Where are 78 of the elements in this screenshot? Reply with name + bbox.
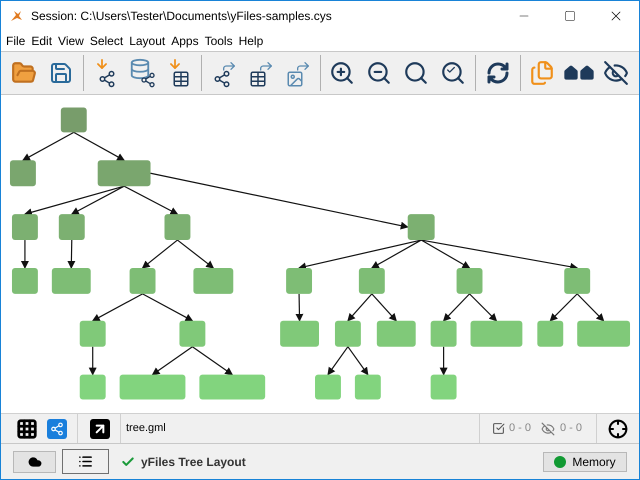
task-status: yFiles Tree Layout [141,454,246,470]
graph-node[interactable] [564,268,590,294]
edge-arrow [327,346,348,376]
edge-arrow [92,293,143,322]
maximize-icon[interactable] [564,10,576,22]
hidden-count: 0 - 0 [560,421,582,436]
edge-arrow [88,346,97,376]
window-title: Session: C:\Users\Tester\Documents\yFiles-samples.cys [31,8,332,25]
hidden-eye-icon [540,422,555,436]
edge-arrow [442,293,470,322]
network-icon[interactable] [47,418,67,438]
graph-node[interactable] [12,214,38,240]
edge-arrow [440,346,448,376]
selected-count: 0 - 0 [508,421,531,436]
edge-arrow [67,240,76,269]
menu-item[interactable]: Layout [126,32,168,50]
task-list-button[interactable] [62,449,109,474]
list-icon [78,454,93,469]
edge-arrow [371,293,397,322]
graph-node[interactable] [577,320,630,347]
graph-node[interactable] [470,320,522,347]
graph-node[interactable] [164,214,190,240]
crosshair-icon[interactable] [607,418,629,440]
menu-item[interactable]: Edit [28,32,56,50]
cloud-button[interactable] [13,450,56,472]
graph-node[interactable] [80,374,106,400]
graph-node[interactable] [60,107,87,132]
graph-node[interactable] [354,374,381,400]
graph-node[interactable] [199,374,266,400]
edge-arrow [347,346,368,376]
memory-button[interactable]: Memory [543,452,627,472]
menu-item[interactable]: Select [86,32,126,50]
edge-arrow [192,346,234,376]
graph-node[interactable] [179,320,206,347]
edge-arrow [152,346,193,376]
edge-arrow [576,293,604,322]
menu-item[interactable]: View [55,32,87,50]
edge-arrow [347,293,372,322]
graph-node[interactable] [376,320,416,347]
edge-arrow [20,240,29,269]
graph-node[interactable] [80,320,106,347]
edge-arrow [142,293,194,322]
edge-arrow [22,132,74,161]
cloud-icon [28,454,42,468]
menu-item[interactable]: Apps [168,32,202,50]
graph-node[interactable] [58,214,85,240]
menu-item[interactable]: Tools [202,32,236,50]
edge-arrow [177,240,214,269]
app-logo-icon [9,9,23,23]
graph-node[interactable] [456,268,482,294]
edge-arrow [73,132,125,161]
graph-node[interactable] [10,160,36,186]
graph-node[interactable] [334,320,361,347]
graph-node[interactable] [430,374,457,400]
menu-item[interactable]: Help [236,32,266,50]
graph-node[interactable] [120,374,186,400]
graph-node[interactable] [430,320,457,347]
open-external-icon[interactable] [90,418,110,438]
edge-arrow [295,294,304,322]
grid-icon[interactable] [15,416,39,440]
selected-checkbox-icon [492,422,505,435]
graph-node[interactable] [280,320,319,347]
check-icon [121,454,135,468]
file-name: tree.gml [126,421,166,436]
menu-item[interactable]: File [3,32,28,50]
edge-arrow [469,293,498,322]
graph-node[interactable] [12,268,38,294]
graph-node[interactable] [130,268,156,294]
graph-node[interactable] [98,160,151,186]
graph-node[interactable] [286,268,312,294]
graph-node[interactable] [537,320,564,347]
graph-node[interactable] [358,268,385,294]
graph-node[interactable] [193,268,234,294]
graph-node[interactable] [408,214,435,240]
edge-arrow [550,293,578,322]
edge-arrow [142,240,178,269]
graph-node[interactable] [52,268,91,294]
graph-node[interactable] [315,374,341,400]
